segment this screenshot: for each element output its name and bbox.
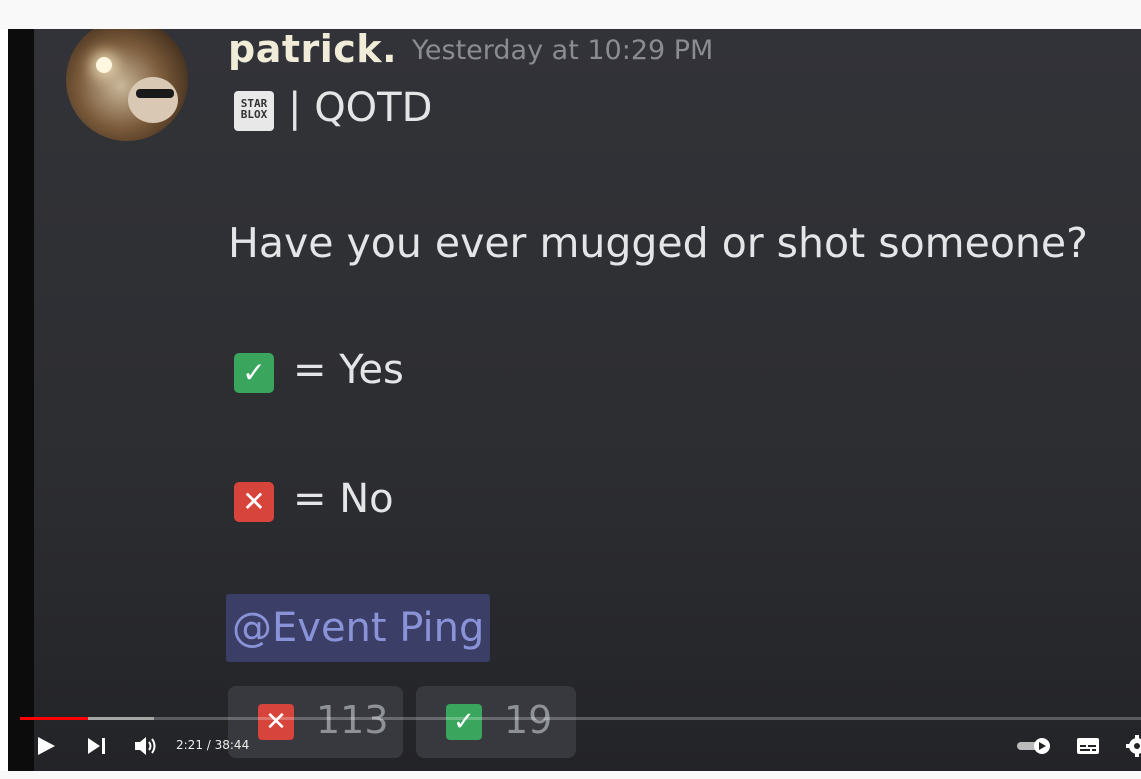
role-mention[interactable]: @Event Ping [226,594,491,662]
channel-title: | QOTD [288,85,433,131]
reaction-count: 19 [504,698,553,742]
progress-played [20,717,88,720]
question-text: Have you ever mugged or shot someone? [228,219,1088,267]
volume-icon[interactable] [133,734,159,758]
server-emoji-icon: STAR BLOX [234,91,274,131]
reaction-count: 113 [316,698,389,742]
reaction-x[interactable]: ✕ 113 [228,686,403,758]
option-yes-text: = Yes [293,347,404,393]
page-bottom-strip [0,771,1141,779]
message-timestamp: Yesterday at 10:29 PM [412,35,714,66]
play-icon[interactable] [36,736,56,756]
progress-bar[interactable] [20,717,1141,720]
video-left-edge [8,29,34,771]
reaction-check[interactable]: ✓ 19 [416,686,576,758]
check-emoji-icon: ✓ [234,353,274,393]
settings-gear-icon[interactable] [1126,735,1141,757]
check-emoji-icon: ✓ [446,704,482,740]
subtitles-icon[interactable] [1076,737,1100,755]
autoplay-toggle-icon[interactable] [1016,737,1054,755]
option-no-text: = No [293,476,394,522]
x-emoji-icon: ✕ [234,482,274,522]
avatar [66,29,188,141]
video-player[interactable]: patrick. Yesterday at 10:29 PM STAR BLOX… [8,29,1141,771]
x-emoji-icon: ✕ [258,704,294,740]
time-display: 2:21 / 38:44 [176,738,250,752]
username: patrick. [228,29,398,71]
next-icon[interactable] [86,736,108,756]
page-top-strip [0,0,1141,29]
